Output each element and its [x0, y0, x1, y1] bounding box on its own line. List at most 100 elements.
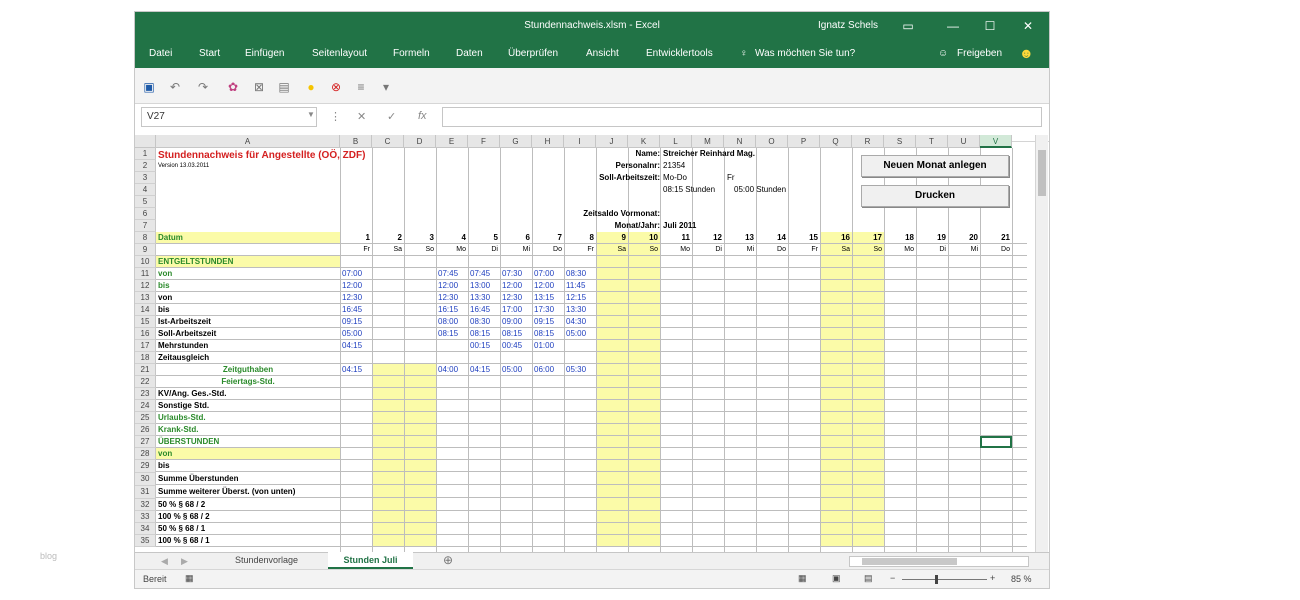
add-sheet-icon[interactable]: ⊕	[443, 553, 453, 567]
tab-seitenlayout[interactable]: Seitenlayout	[312, 48, 367, 59]
row-header-34[interactable]: 34	[135, 523, 156, 535]
lock-icon[interactable]: ⊠	[251, 79, 267, 95]
column-header-T[interactable]: T	[916, 135, 948, 148]
column-header-H[interactable]: H	[532, 135, 564, 148]
column-header-I[interactable]: I	[564, 135, 596, 148]
column-header-P[interactable]: P	[788, 135, 820, 148]
column-header-L[interactable]: L	[660, 135, 692, 148]
close-icon[interactable]: ✕	[1018, 16, 1038, 36]
tab-datei[interactable]: Datei	[149, 48, 172, 59]
row-header-13[interactable]: 13	[135, 292, 156, 304]
redo-icon[interactable]: ↷	[195, 79, 211, 95]
tab-start[interactable]: Start	[199, 48, 220, 59]
row-header-16[interactable]: 16	[135, 328, 156, 340]
enter-icon[interactable]: ✓	[387, 110, 396, 123]
column-header-V[interactable]: V	[980, 135, 1012, 148]
save-icon[interactable]: ▣	[141, 79, 157, 95]
row-header-15[interactable]: 15	[135, 316, 156, 328]
row-header-30[interactable]: 30	[135, 473, 156, 486]
column-header-U[interactable]: U	[948, 135, 980, 148]
page-break-view-icon[interactable]: ▤	[864, 573, 873, 584]
cancel-icon[interactable]: ✕	[357, 110, 366, 123]
tab-entwicklertools[interactable]: Entwicklertools	[646, 48, 713, 59]
row-header-10[interactable]: 10	[135, 256, 156, 268]
row-header-29[interactable]: 29	[135, 460, 156, 473]
tab-daten[interactable]: Daten	[456, 48, 483, 59]
row-header-33[interactable]: 33	[135, 511, 156, 523]
row-header-32[interactable]: 32	[135, 499, 156, 511]
row-header-1[interactable]: 1	[135, 148, 156, 160]
tab-einfuegen[interactable]: Einfügen	[245, 48, 284, 59]
row-header-4[interactable]: 4	[135, 184, 156, 196]
scroll-thumb[interactable]	[1038, 150, 1046, 196]
tab-formeln[interactable]: Formeln	[393, 48, 430, 59]
zoom-level[interactable]: 85 %	[1011, 574, 1032, 584]
sun-icon[interactable]: ●	[303, 79, 319, 95]
share-button[interactable]: Freigeben	[957, 48, 1002, 59]
minimize-icon[interactable]: —	[943, 16, 963, 36]
row-header-17[interactable]: 17	[135, 340, 156, 352]
selected-cell[interactable]	[980, 436, 1012, 448]
zoom-slider[interactable]	[902, 579, 987, 580]
tab-prev-icon[interactable]: ◀	[161, 556, 168, 567]
zoom-out-icon[interactable]: −	[890, 573, 895, 583]
print-button[interactable]: Drucken	[861, 185, 1009, 207]
column-header-K[interactable]: K	[628, 135, 660, 148]
new-month-button[interactable]: Neuen Monat anlegen	[861, 155, 1009, 177]
row-header-26[interactable]: 26	[135, 424, 156, 436]
column-header-N[interactable]: N	[724, 135, 756, 148]
sheet-tab-vorlage[interactable]: Stundenvorlage	[235, 555, 298, 565]
tell-me-search[interactable]: Was möchten Sie tun?	[755, 48, 855, 59]
vertical-scrollbar[interactable]	[1035, 135, 1048, 555]
ribbon-display-icon[interactable]: ▭	[898, 16, 918, 36]
row-header-2[interactable]: 2	[135, 160, 156, 172]
column-header-J[interactable]: J	[596, 135, 628, 148]
row-header-7[interactable]: 7	[135, 220, 156, 232]
column-header-A[interactable]: A	[156, 135, 340, 148]
row-header-12[interactable]: 12	[135, 280, 156, 292]
row-header-8[interactable]: 8	[135, 232, 156, 244]
tab-next-icon[interactable]: ▶	[181, 556, 188, 567]
row-header-11[interactable]: 11	[135, 268, 156, 280]
row-header-31[interactable]: 31	[135, 486, 156, 499]
row-header-25[interactable]: 25	[135, 412, 156, 424]
column-header-S[interactable]: S	[884, 135, 916, 148]
row-header-6[interactable]: 6	[135, 208, 156, 220]
column-header-B[interactable]: B	[340, 135, 372, 148]
name-box[interactable]: V27	[141, 107, 317, 127]
maximize-icon[interactable]: ☐	[980, 16, 1000, 36]
column-header-F[interactable]: F	[468, 135, 500, 148]
undo-icon[interactable]: ↶	[167, 79, 183, 95]
name-box-dropdown-icon[interactable]: ▼	[307, 110, 315, 119]
row-header-35[interactable]: 35	[135, 535, 156, 547]
row-header-23[interactable]: 23	[135, 388, 156, 400]
align-icon[interactable]: ≡	[353, 79, 369, 95]
column-header-G[interactable]: G	[500, 135, 532, 148]
column-header-O[interactable]: O	[756, 135, 788, 148]
column-header-M[interactable]: M	[692, 135, 724, 148]
row-header-3[interactable]: 3	[135, 172, 156, 184]
row-header-14[interactable]: 14	[135, 304, 156, 316]
row-header-9[interactable]: 9	[135, 244, 156, 256]
corner-select[interactable]	[135, 135, 156, 148]
column-header-C[interactable]: C	[372, 135, 404, 148]
palette-icon[interactable]: ✿	[225, 79, 241, 95]
macro-record-icon[interactable]: ▦	[185, 573, 194, 584]
sheet-tab-juli[interactable]: Stunden Juli	[328, 552, 413, 569]
fx-icon[interactable]: fx	[418, 110, 427, 122]
normal-view-icon[interactable]: ▦	[798, 573, 807, 584]
tab-ansicht[interactable]: Ansicht	[586, 48, 619, 59]
tab-ueberpruefen[interactable]: Überprüfen	[508, 48, 558, 59]
form-icon[interactable]: ▤	[276, 79, 292, 95]
row-header-27[interactable]: 27	[135, 436, 156, 448]
delete-icon[interactable]: ⊗	[328, 79, 344, 95]
horizontal-scrollbar[interactable]	[849, 556, 1029, 567]
column-header-R[interactable]: R	[852, 135, 884, 148]
column-header-Q[interactable]: Q	[820, 135, 852, 148]
row-header-21[interactable]: 21	[135, 364, 156, 376]
zoom-in-icon[interactable]: +	[990, 573, 995, 583]
row-header-5[interactable]: 5	[135, 196, 156, 208]
column-header-D[interactable]: D	[404, 135, 436, 148]
page-layout-view-icon[interactable]: ▣	[832, 573, 841, 584]
formula-input[interactable]	[442, 107, 1042, 127]
